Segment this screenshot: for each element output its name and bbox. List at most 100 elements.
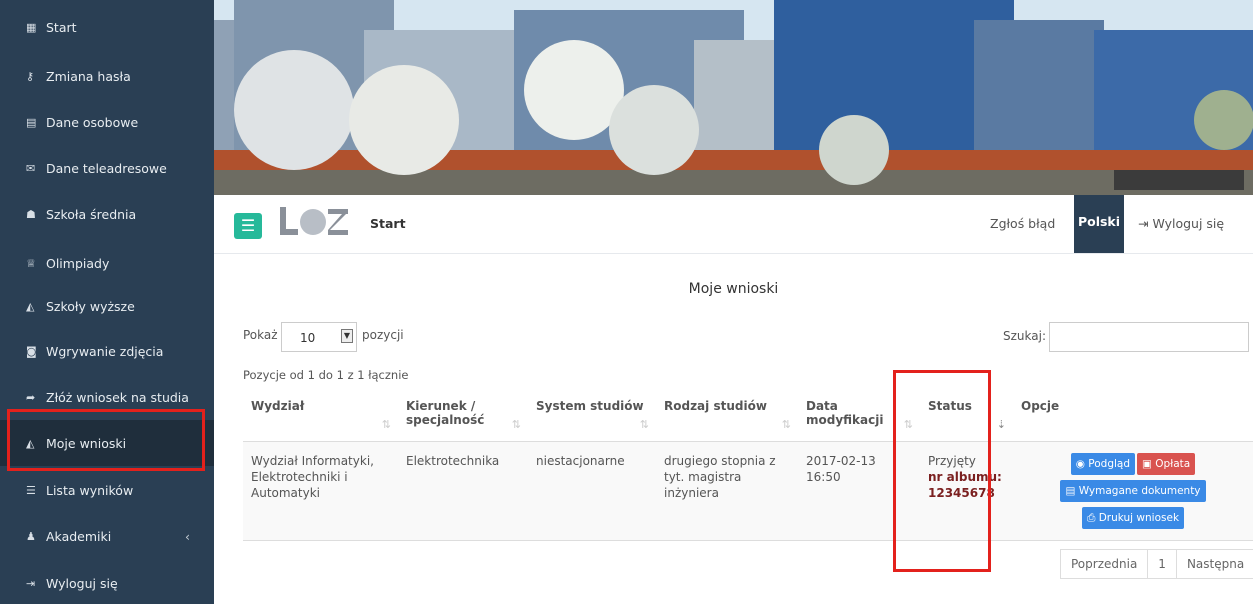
list-icon: ☰ (26, 483, 36, 497)
sidebar-item-submit-application[interactable]: ➦ Złóż wniosek na studia (0, 374, 214, 420)
sidebar-item-my-applications[interactable]: ◭ Moje wnioski (0, 420, 214, 466)
camera-icon: ◙ (26, 344, 37, 358)
column-header-field[interactable]: Kierunek / specjalność ⇅ (398, 387, 528, 442)
graduation-cap-icon: ◭ (26, 299, 35, 313)
sign-out-icon: ⇥ (1138, 216, 1153, 231)
person-icon: ♟ (26, 529, 36, 543)
cell-field: Elektrotechnika (398, 441, 528, 541)
sidebar-item-password[interactable]: ⚷ Zmiana hasła (0, 53, 214, 99)
table-info: Pozycje od 1 do 1 z 1 łącznie (243, 368, 409, 382)
sidebar-item-label: Wgrywanie zdjęcia (46, 343, 164, 359)
sidebar-item-label: Start (46, 19, 77, 35)
column-header-modified[interactable]: Data modyfikacji ⇅ (798, 387, 920, 442)
sort-desc-icon: ⇣ (996, 417, 1006, 431)
sidebar-item-label: Moje wnioski (46, 435, 127, 451)
id-card-icon: ▤ (26, 115, 37, 129)
key-icon: ⚷ (26, 69, 35, 83)
sidebar-item-label: Szkoła średnia (46, 206, 137, 222)
grid-icon: ▦ (26, 20, 37, 34)
previous-page-button[interactable]: Poprzednia (1061, 550, 1149, 578)
cell-faculty: Wydział Informatyki, Elektrotechniki i A… (243, 441, 398, 541)
file-icon: ▤ (1065, 484, 1079, 497)
brand-start-link[interactable]: Start (370, 216, 406, 231)
preview-button[interactable]: ◉ Podgląd (1070, 452, 1136, 475)
logout-link[interactable]: ⇥ Wyloguj się (1138, 216, 1224, 231)
menu-toggle-button[interactable]: ☰ (234, 213, 262, 239)
print-application-button[interactable]: ⎙ Drukuj wniosek (1081, 506, 1185, 529)
users-icon: ☗ (26, 207, 36, 221)
dropdown-arrow-icon: ▼ (341, 329, 353, 343)
app-root: ▦ Start ⚷ Zmiana hasła ▤ Dane osobowe ✉ … (0, 0, 1253, 604)
sidebar-item-photo-upload[interactable]: ◙ Wgrywanie zdjęcia (0, 328, 214, 374)
status-text: Przyjęty (928, 453, 976, 468)
page-1-button[interactable]: 1 (1148, 550, 1177, 578)
chevron-left-icon: ‹ (185, 528, 190, 544)
search-input[interactable] (1049, 322, 1249, 352)
table-header-row: Wydział ⇅ Kierunek / specjalność ⇅ Syste… (243, 387, 1253, 442)
sidebar-item-label: Lista wyników (46, 482, 134, 498)
banner-building-illustration (214, 0, 1253, 195)
sidebar-item-logout[interactable]: ⇥ Wyloguj się (0, 560, 214, 604)
printer-icon: ⎙ (1086, 511, 1099, 524)
pagination: Poprzednia 1 Następna (1060, 549, 1253, 579)
sort-icon: ⇅ (903, 417, 913, 431)
trophy-icon: ♕ (26, 256, 36, 270)
next-page-button[interactable]: Następna (1177, 550, 1253, 578)
page-length-suffix: pozycji (362, 328, 404, 342)
cell-modified: 2017-02-13 16:50 (798, 441, 920, 541)
sidebar-item-label: Złóż wniosek na studia (46, 389, 189, 405)
payment-button[interactable]: ▣ Opłata (1137, 452, 1196, 475)
sidebar-item-label: Wyloguj się (46, 575, 118, 591)
sidebar-item-start[interactable]: ▦ Start (0, 4, 214, 50)
sidebar-item-label: Dane osobowe (46, 114, 139, 130)
sort-icon: ⇅ (381, 417, 391, 431)
share-icon: ➦ (26, 390, 36, 404)
money-icon: ▣ (1142, 457, 1156, 470)
sort-icon: ⇅ (781, 417, 791, 431)
sidebar-item-personal-data[interactable]: ▤ Dane osobowe (0, 99, 214, 145)
sidebar-item-high-school[interactable]: ☗ Szkoła średnia (0, 191, 214, 237)
sidebar: ▦ Start ⚷ Zmiana hasła ▤ Dane osobowe ✉ … (0, 0, 214, 604)
page-length-select[interactable]: 10 ▼ (281, 322, 357, 352)
column-header-faculty[interactable]: Wydział ⇅ (243, 387, 398, 442)
sidebar-item-results[interactable]: ☰ Lista wyników (0, 467, 214, 513)
cell-type: drugiego stopnia z tyt. magistra inżynie… (656, 441, 798, 541)
applications-table: Wydział ⇅ Kierunek / specjalność ⇅ Syste… (243, 387, 1253, 541)
graduation-cap-icon: ◭ (26, 436, 35, 450)
sidebar-item-label: Zmiana hasła (46, 68, 131, 84)
sidebar-item-dormitories[interactable]: ♟ Akademiki ‹ (0, 513, 214, 559)
sidebar-item-label: Dane teleadresowe (46, 160, 167, 176)
sort-icon: ⇅ (511, 417, 521, 431)
eye-icon: ◉ (1075, 457, 1089, 470)
album-number: 12345678 (928, 485, 995, 500)
album-label: nr albumu: (928, 469, 1002, 484)
hamburger-icon: ☰ (240, 216, 256, 235)
sidebar-item-olympiads[interactable]: ♕ Olimpiady (0, 240, 214, 286)
report-bug-link[interactable]: Zgłoś błąd (990, 216, 1055, 231)
logout-label: Wyloguj się (1152, 216, 1225, 231)
sign-out-icon: ⇥ (26, 576, 36, 590)
top-navbar: ☰ Start Zgłoś błąd Polski ⇥ Wyloguj się (214, 195, 1253, 254)
sidebar-item-label: Olimpiady (46, 255, 110, 271)
envelope-icon: ✉ (26, 161, 36, 175)
sidebar-item-label: Akademiki (46, 528, 112, 544)
page-length-label: Pokaż (243, 328, 278, 342)
sort-icon: ⇅ (639, 417, 649, 431)
sidebar-item-label: Szkoły wyższe (46, 298, 135, 314)
search-label: Szukaj: (1003, 329, 1046, 343)
required-documents-button[interactable]: ▤ Wymagane dokumenty (1060, 479, 1206, 502)
cell-system: niestacjonarne (528, 441, 656, 541)
column-header-status[interactable]: Status ⇣ (920, 387, 1013, 442)
table-row: Wydział Informatyki, Elektrotechniki i A… (243, 441, 1253, 541)
column-header-type[interactable]: Rodzaj studiów ⇅ (656, 387, 798, 442)
cell-status: Przyjęty nr albumu: 12345678 (920, 441, 1013, 541)
header-banner-image (214, 0, 1253, 195)
column-header-system[interactable]: System studiów ⇅ (528, 387, 656, 442)
sidebar-item-contact-data[interactable]: ✉ Dane teleadresowe (0, 145, 214, 191)
university-logo (280, 207, 348, 235)
cell-options: ◉ Podgląd ▣ Opłata ▤ Wymagane dokumenty … (1013, 441, 1253, 541)
sidebar-item-universities[interactable]: ◭ Szkoły wyższe (0, 283, 214, 329)
column-header-options: Opcje (1013, 387, 1253, 442)
language-selector[interactable]: Polski (1074, 195, 1124, 253)
page-title: Moje wnioski (688, 281, 779, 297)
